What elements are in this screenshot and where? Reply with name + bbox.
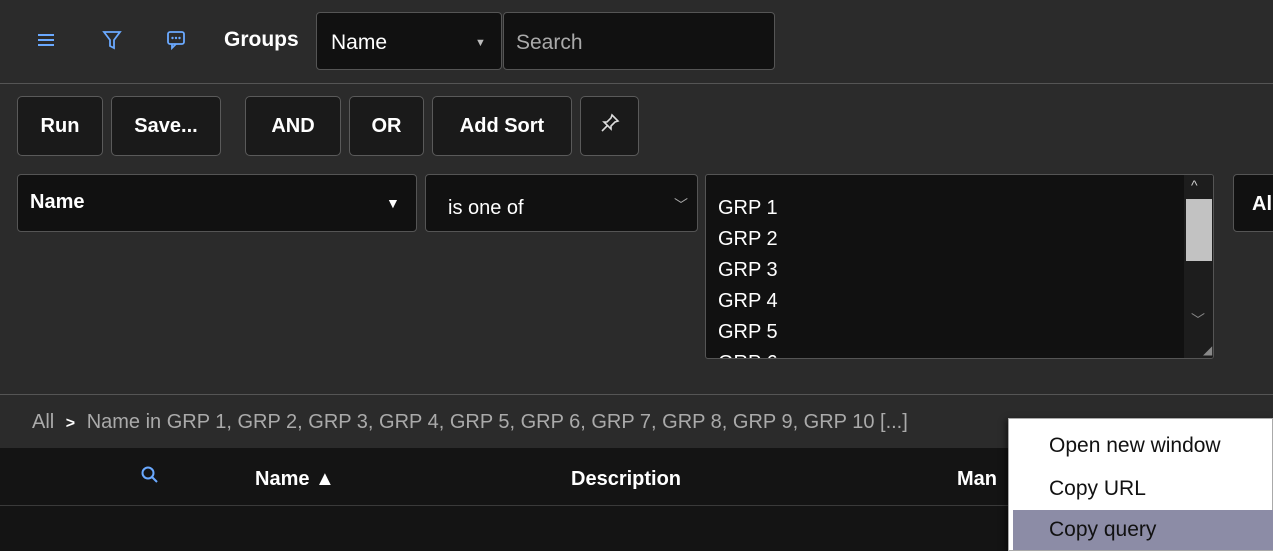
- menu-item-copy-query[interactable]: Copy query: [1013, 510, 1273, 550]
- menu-item-open-new-window[interactable]: Open new window: [1013, 426, 1273, 466]
- top-toolbar: Groups Name ▼ Search: [0, 0, 1273, 84]
- partial-select-label: Al: [1252, 193, 1272, 215]
- breadcrumb-root[interactable]: All: [32, 411, 54, 433]
- attribute-select[interactable]: Name ▼: [17, 174, 417, 232]
- pin-button[interactable]: [580, 96, 639, 156]
- column-header-description[interactable]: Description: [571, 468, 681, 491]
- filter-icon[interactable]: [100, 28, 124, 52]
- groups-label: Groups: [224, 28, 299, 51]
- pin-icon: [599, 112, 621, 140]
- operator-select[interactable]: is one of ﹀: [425, 174, 698, 232]
- breadcrumb-separator: >: [65, 415, 76, 432]
- column-header-name[interactable]: Name ▲: [255, 468, 335, 491]
- values-listbox[interactable]: GRP 1 GRP 2 GRP 3 GRP 4 GRP 5 GRP 6 ^ ﹀ …: [705, 174, 1214, 359]
- chevron-up-icon[interactable]: ^: [1191, 177, 1198, 193]
- add-sort-button[interactable]: Add Sort: [432, 96, 572, 156]
- menu-item-copy-url[interactable]: Copy URL: [1013, 469, 1273, 509]
- search-icon[interactable]: [140, 465, 160, 491]
- save-button[interactable]: Save...: [111, 96, 221, 156]
- list-item[interactable]: GRP 2: [718, 224, 1213, 255]
- group-by-select[interactable]: Name ▼: [316, 12, 502, 70]
- chevron-down-icon: ▼: [475, 37, 486, 49]
- breadcrumb-query[interactable]: Name in GRP 1, GRP 2, GRP 3, GRP 4, GRP …: [87, 411, 908, 433]
- list-item[interactable]: GRP 5: [718, 317, 1213, 348]
- operator-value: is one of: [448, 197, 524, 219]
- list-item[interactable]: GRP 1: [718, 193, 1213, 224]
- hamburger-icon[interactable]: [34, 28, 58, 52]
- list-item[interactable]: GRP 6: [718, 348, 1213, 358]
- partial-select[interactable]: Al: [1233, 174, 1273, 232]
- attribute-value: Name: [30, 191, 85, 213]
- list-item[interactable]: GRP 4: [718, 286, 1213, 317]
- search-input[interactable]: Search: [503, 12, 775, 70]
- search-placeholder: Search: [516, 31, 583, 54]
- run-button[interactable]: Run: [17, 96, 103, 156]
- comment-icon[interactable]: [164, 28, 188, 52]
- or-button[interactable]: OR: [349, 96, 424, 156]
- list-item[interactable]: GRP 3: [718, 255, 1213, 286]
- resize-handle-icon[interactable]: ◢: [1203, 343, 1212, 357]
- divider: [0, 394, 1273, 395]
- chevron-down-icon: ▼: [386, 195, 400, 211]
- scrollbar-thumb[interactable]: [1186, 199, 1212, 261]
- context-menu: Open new window Copy URL Copy query: [1008, 418, 1273, 551]
- chevron-down-icon: ﹀: [674, 197, 688, 213]
- column-header-man[interactable]: Man: [957, 468, 997, 491]
- group-by-value: Name: [331, 31, 388, 54]
- and-button[interactable]: AND: [245, 96, 341, 156]
- breadcrumb: All > Name in GRP 1, GRP 2, GRP 3, GRP 4…: [32, 411, 908, 434]
- chevron-down-icon[interactable]: ﹀: [1191, 310, 1205, 330]
